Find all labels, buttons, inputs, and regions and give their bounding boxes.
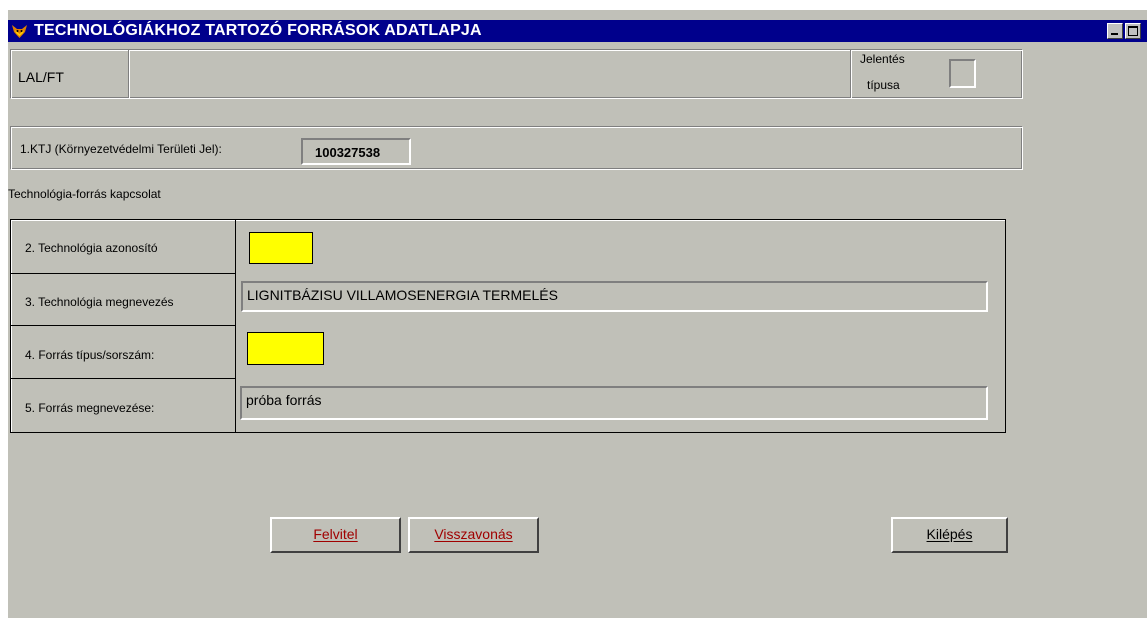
header-divider (850, 50, 852, 98)
save-button-label: Felvitel (313, 526, 358, 542)
form-code: LAL/FT (18, 69, 64, 85)
source-type-label: 4. Forrás típus/sorszám: (25, 348, 155, 362)
form-window: TECHNOLÓGIÁKHOZ TARTOZÓ FORRÁSOK ADATLAP… (8, 10, 1147, 618)
source-type-input[interactable] (247, 332, 324, 365)
source-name-field[interactable]: próba forrás (240, 386, 988, 420)
minimize-icon[interactable] (1107, 23, 1123, 39)
ktj-label: 1.KTJ (Környezetvédelmi Területi Jel): (20, 142, 222, 156)
maximize-icon[interactable] (1125, 23, 1141, 39)
exit-button[interactable]: Kilépés (891, 517, 1008, 553)
grid-vertical-divider (235, 219, 236, 433)
technology-id-label: 2. Technológia azonosító (25, 241, 158, 255)
fox-icon (12, 25, 27, 38)
section-title: Technológia-forrás kapcsolat (8, 187, 161, 201)
header-divider (128, 50, 130, 98)
technology-name-field[interactable]: LIGNITBÁZISU VILLAMOSENERGIA TERMELÉS (241, 281, 988, 312)
technology-name-label: 3. Technológia megnevezés (25, 295, 174, 309)
ktj-value: 100327538 (315, 145, 381, 160)
window-title: TECHNOLÓGIÁKHOZ TARTOZÓ FORRÁSOK ADATLAP… (34, 22, 482, 39)
grid-row-divider (10, 378, 236, 379)
grid-row-divider (10, 273, 236, 274)
ktj-value-field[interactable]: 100327538 (301, 138, 411, 165)
source-name-label: 5. Forrás megnevezése: (25, 401, 155, 415)
undo-button-label: Visszavonás (434, 526, 513, 542)
title-bar[interactable]: TECHNOLÓGIÁKHOZ TARTOZÓ FORRÁSOK ADATLAP… (8, 20, 1147, 42)
technology-id-input[interactable] (249, 232, 313, 264)
grid-row-divider (10, 325, 236, 326)
save-button[interactable]: Felvitel (270, 517, 401, 553)
report-type-label: típusa (867, 78, 900, 92)
exit-button-label: Kilépés (926, 526, 973, 542)
report-type-label: Jelentés (860, 52, 905, 66)
report-type-input[interactable] (949, 59, 976, 88)
undo-button[interactable]: Visszavonás (408, 517, 539, 553)
